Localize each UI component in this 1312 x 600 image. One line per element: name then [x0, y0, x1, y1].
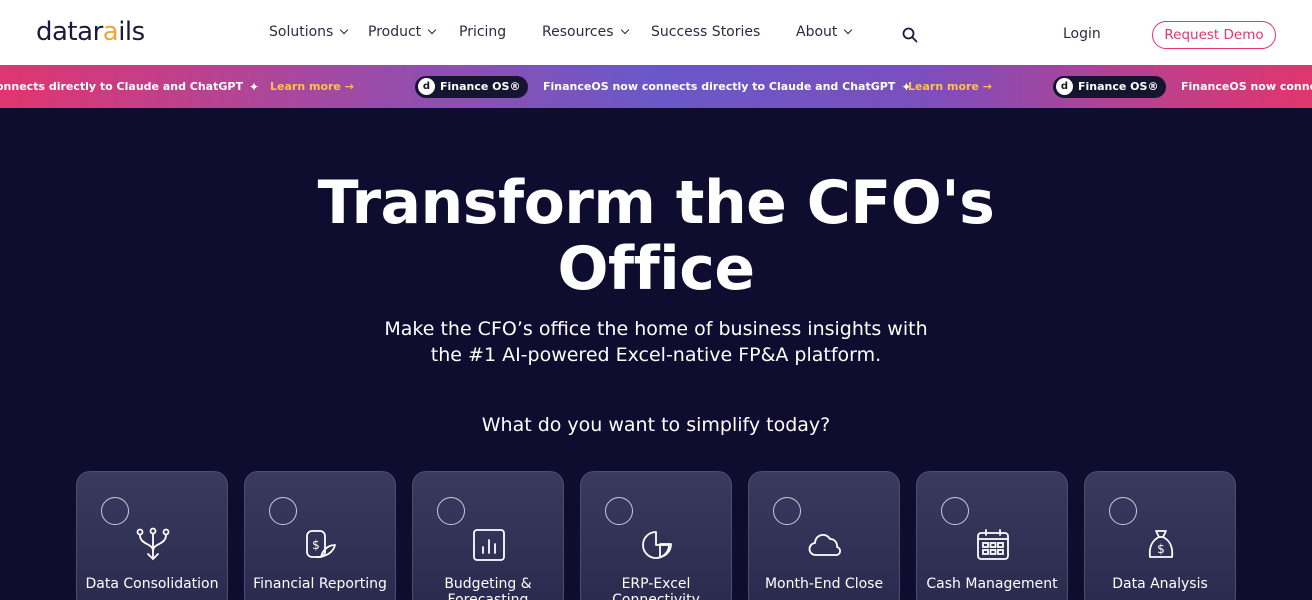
financial-report-icon: $	[306, 530, 336, 558]
pie-chart-icon	[642, 531, 672, 559]
announcement-banner: onnects directly to Claude and ChatGPT ✦…	[0, 65, 1312, 108]
datarails-mark-icon: d	[1056, 78, 1073, 95]
hero-subtitle-line1: Make the CFO’s office the home of busine…	[384, 318, 928, 340]
option-card-month-end-close[interactable]: Month-End Close	[748, 471, 900, 600]
nav-about[interactable]: About	[796, 24, 853, 40]
finance-os-badge: d Finance OS®	[415, 75, 529, 98]
nav-resources-label: Resources	[542, 24, 614, 40]
merge-arrows-icon	[136, 527, 170, 561]
simplify-question: What do you want to simplify today?	[481, 414, 831, 436]
banner-learn-more[interactable]: Learn more →	[270, 65, 354, 108]
nav-about-label: About	[796, 24, 838, 40]
hero-subtitle: Make the CFO’s office the home of busine…	[0, 316, 1312, 368]
radio-button[interactable]	[1109, 497, 1137, 525]
nav-success-stories[interactable]: Success Stories	[651, 24, 760, 40]
money-bag-icon: $	[1148, 530, 1174, 558]
card-label: Data Analysis	[1112, 576, 1208, 592]
nav-solutions[interactable]: Solutions	[269, 24, 349, 40]
learn-more-link[interactable]: Learn more →	[270, 80, 354, 93]
banner-message: FinanceOS now conne	[1181, 80, 1312, 93]
hero-title-line1: Transform the CFO's	[317, 168, 995, 238]
calendar-icon	[977, 529, 1009, 560]
badge-label: Finance OS®	[440, 80, 521, 93]
option-card-data-analysis[interactable]: $ Data Analysis	[1084, 471, 1236, 600]
nav-solutions-label: Solutions	[269, 24, 334, 40]
option-card-budgeting-forecasting[interactable]: Budgeting & Forecasting	[412, 471, 564, 600]
banner-message: onnects directly to Claude and ChatGPT	[0, 80, 243, 93]
radio-button[interactable]	[941, 497, 969, 525]
radio-button[interactable]	[605, 497, 633, 525]
search-icon[interactable]	[902, 27, 918, 43]
badge-label: Finance OS®	[1078, 80, 1159, 93]
banner-message: FinanceOS now connects directly to Claud…	[543, 80, 896, 93]
cloud-icon	[808, 533, 841, 556]
card-label: Month-End Close	[764, 576, 884, 592]
option-card-data-consolidation[interactable]: Data Consolidation	[76, 471, 228, 600]
sparkle-icon: ✦	[248, 79, 260, 94]
site-header: datarails Solutions Product Pricing Reso…	[0, 0, 1312, 65]
banner-segment: onnects directly to Claude and ChatGPT ✦	[0, 65, 259, 108]
chevron-down-icon	[844, 25, 853, 35]
nav-product[interactable]: Product	[368, 24, 437, 40]
nav-product-label: Product	[368, 24, 422, 40]
banner-segment: FinanceOS now conne	[1181, 65, 1312, 108]
radio-button[interactable]	[437, 497, 465, 525]
hero-subtitle-line2: the #1 AI-powered Excel-native FP&A plat…	[430, 344, 882, 366]
login-link[interactable]: Login	[1063, 26, 1101, 42]
datarails-logo[interactable]: datarails	[36, 17, 145, 47]
logo-text-end: ils	[118, 17, 145, 47]
hero-title-line2: Office	[557, 234, 755, 304]
banner-learn-more[interactable]: Learn more →	[908, 65, 992, 108]
card-label: Financial Reporting	[253, 576, 387, 592]
svg-text:$: $	[1157, 542, 1165, 556]
banner-segment: FinanceOS now connects directly to Claud…	[543, 65, 911, 108]
option-card-erp-excel[interactable]: ERP-Excel Connectivity	[580, 471, 732, 600]
chevron-down-icon	[340, 25, 349, 35]
card-label: Cash Management	[926, 576, 1058, 592]
datarails-mark-icon: d	[418, 78, 435, 95]
option-card-financial-reporting[interactable]: $ Financial Reporting	[244, 471, 396, 600]
card-label: ERP-Excel Connectivity	[612, 576, 700, 600]
chevron-down-icon	[427, 25, 437, 35]
finance-os-pill: d Finance OS®	[415, 65, 529, 108]
hero-title: Transform the CFO's Office	[0, 170, 1312, 302]
request-demo-button[interactable]: Request Demo	[1152, 21, 1276, 49]
radio-button[interactable]	[269, 497, 297, 525]
nav-pricing[interactable]: Pricing	[459, 24, 506, 40]
nav-pricing-label: Pricing	[459, 24, 507, 40]
finance-os-badge: d Finance OS®	[1053, 75, 1167, 98]
nav-resources[interactable]: Resources	[542, 24, 629, 40]
svg-text:$: $	[312, 538, 320, 552]
finance-os-pill: d Finance OS®	[1053, 65, 1167, 108]
learn-more-link[interactable]: Learn more →	[908, 80, 992, 93]
logo-accent-letter: a	[102, 17, 119, 47]
card-label: Data Consolidation	[85, 576, 219, 592]
nav-success-stories-label: Success Stories	[651, 24, 761, 40]
option-card-cash-management[interactable]: Cash Management	[916, 471, 1068, 600]
card-label: Budgeting & Forecasting	[444, 576, 532, 600]
bar-chart-icon	[473, 529, 505, 561]
radio-button[interactable]	[773, 497, 801, 525]
radio-button[interactable]	[101, 497, 129, 525]
chevron-down-icon	[620, 25, 629, 35]
logo-text-start: datar	[36, 17, 103, 47]
